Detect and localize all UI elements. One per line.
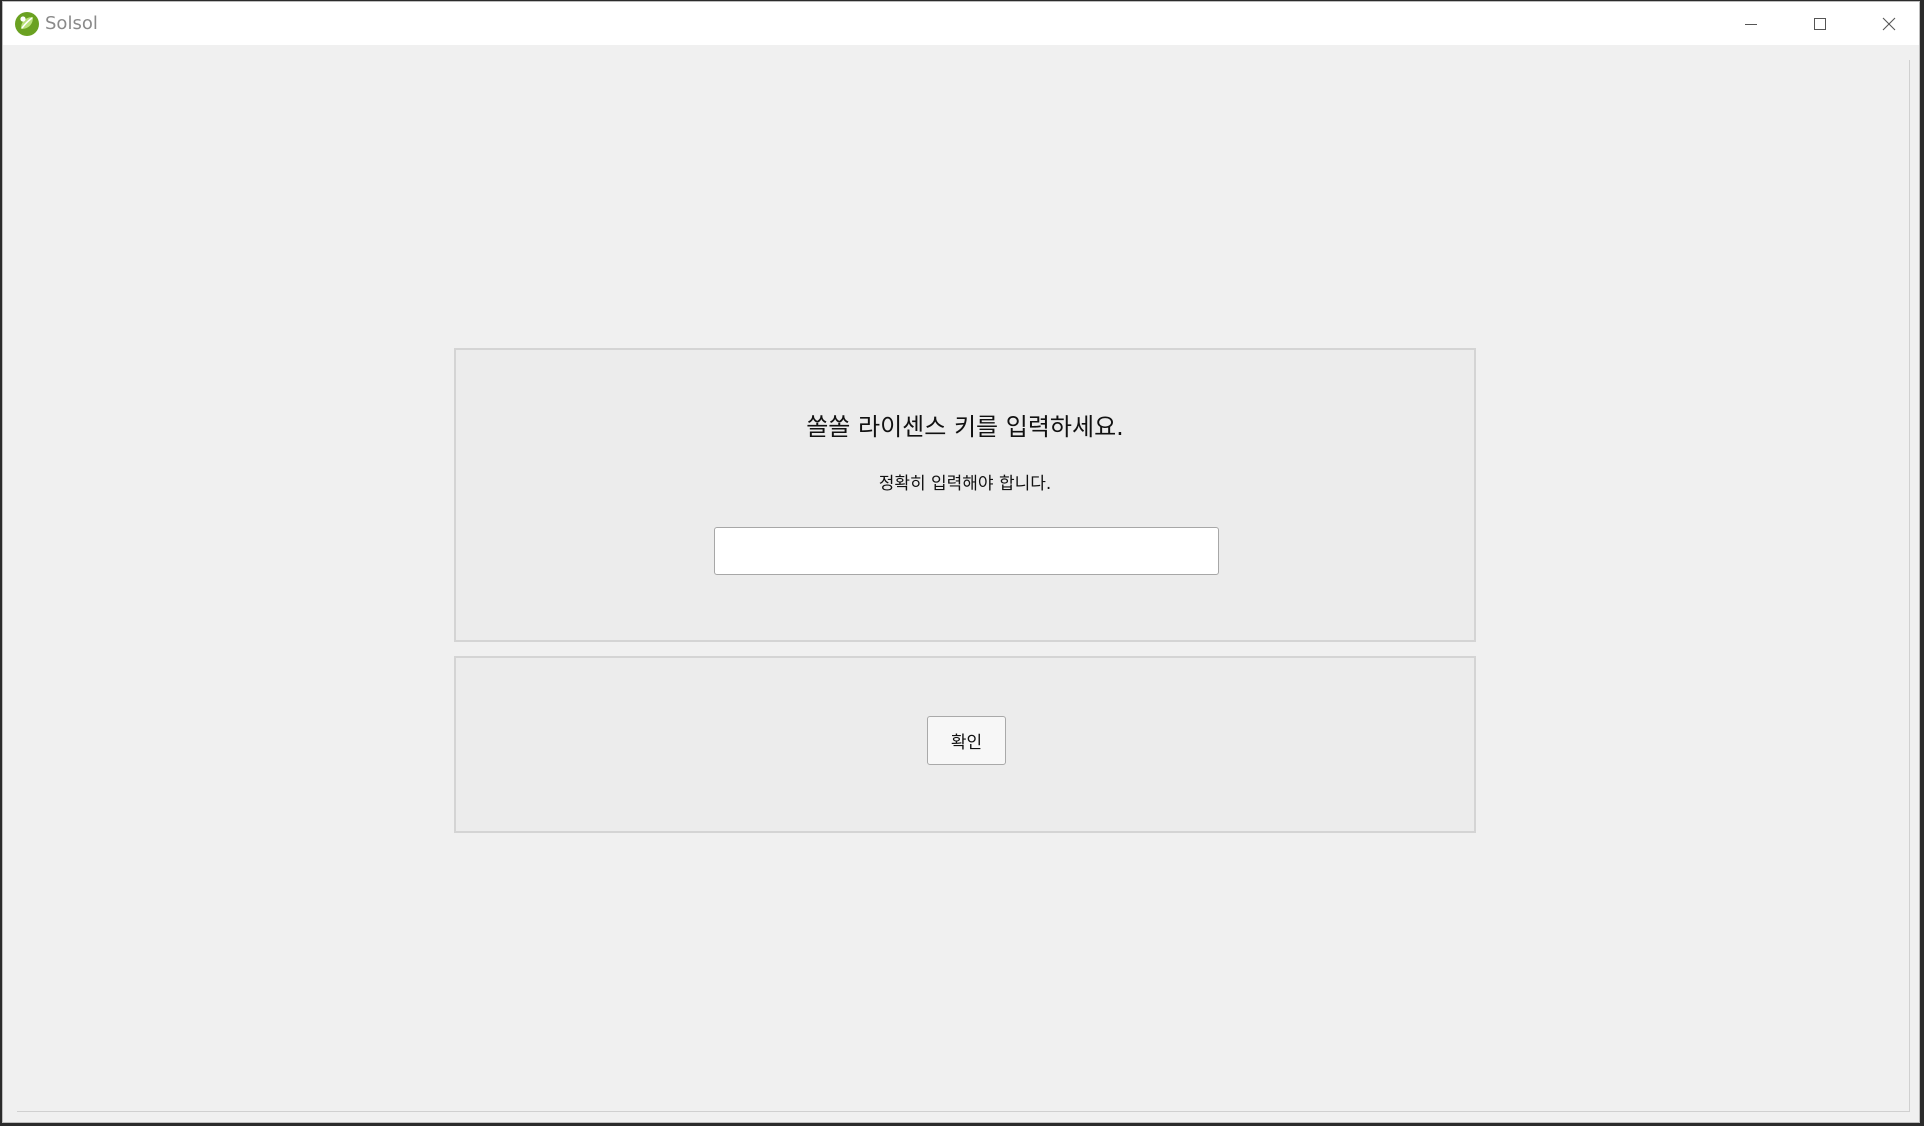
solsol-leaf-icon [14,11,40,37]
close-button[interactable] [1855,2,1919,45]
maximize-icon [1812,16,1828,32]
window-title: Solsol [45,13,98,34]
action-panel: 확인 [454,656,1476,833]
right-divider [1909,60,1910,1112]
license-key-input[interactable] [714,527,1219,575]
license-heading: 쏠쏠 라이센스 키를 입력하세요. [806,413,1124,441]
maximize-button[interactable] [1786,2,1854,45]
close-icon [1881,16,1897,32]
license-subtext: 정확히 입력해야 합니다. [878,474,1052,494]
app-window: Solsol 쏠쏠 라이센스 키를 입력하세요. 정확히 입력해야 합니다. 확… [2,1,1920,1123]
client-area: 쏠쏠 라이센스 키를 입력하세요. 정확히 입력해야 합니다. 확인 [3,45,1919,1122]
minimize-button[interactable] [1717,2,1785,45]
minimize-icon [1743,16,1759,32]
license-panel: 쏠쏠 라이센스 키를 입력하세요. 정확히 입력해야 합니다. [454,348,1476,642]
bottom-divider [17,1111,1909,1112]
confirm-button[interactable]: 확인 [927,716,1006,765]
title-bar[interactable]: Solsol [3,2,1919,45]
